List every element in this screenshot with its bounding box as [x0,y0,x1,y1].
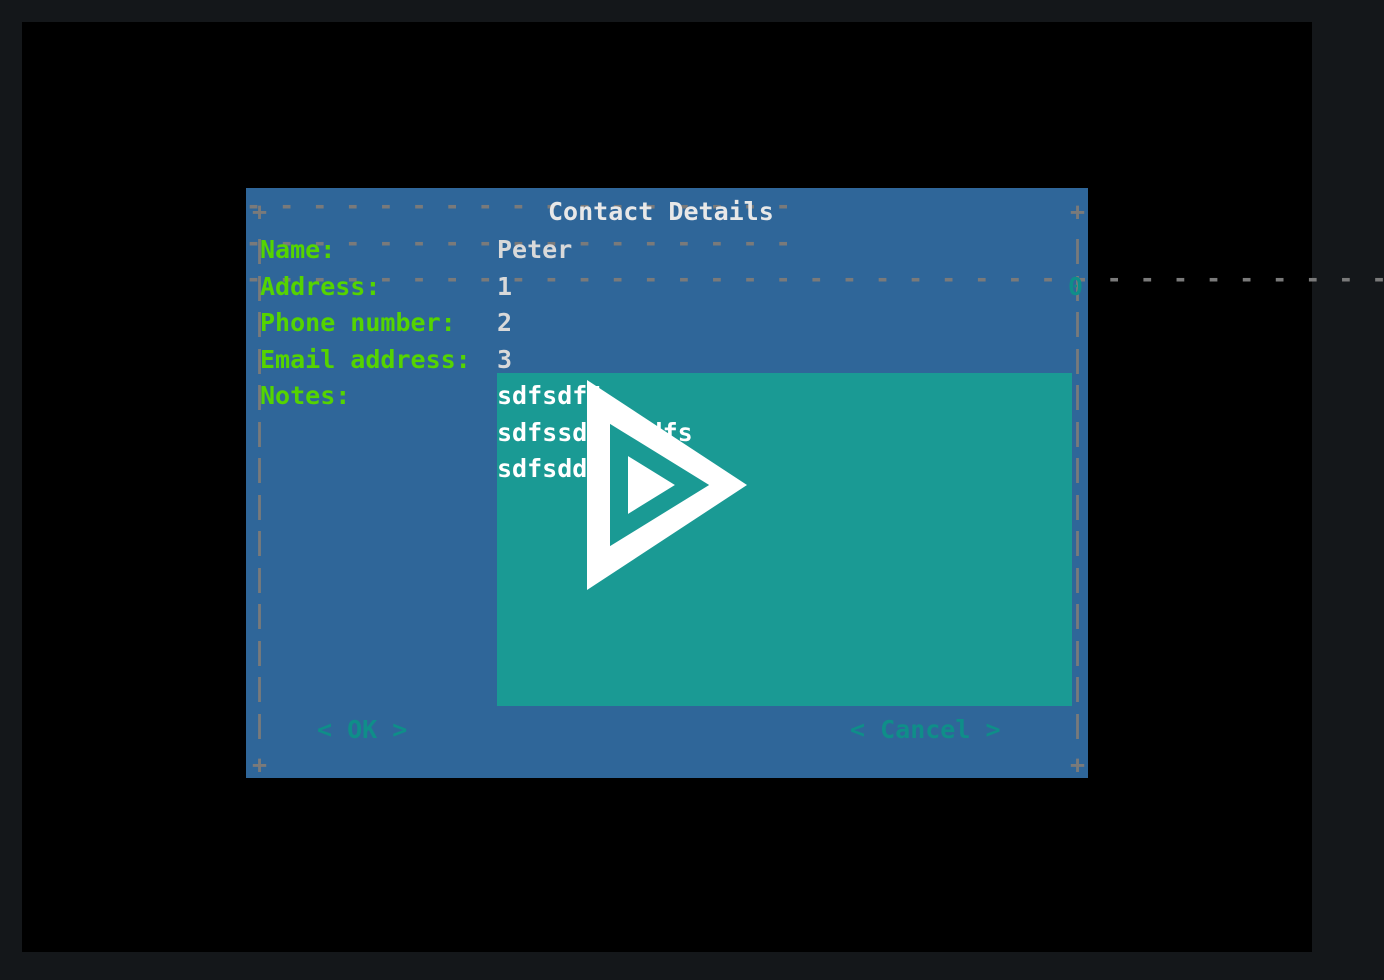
email-label: Email address: [260,342,471,379]
phone-field[interactable]: 2 [497,305,512,342]
cancel-button[interactable]: < Cancel > [850,712,1001,749]
border-corner: + [1070,747,1085,784]
notes-textarea[interactable]: sdfsdf4 sdfssdfsdfdfs sdfsddf [497,373,1072,706]
ok-button[interactable]: < OK > [317,712,407,749]
border-corner: + [1070,194,1085,231]
notes-line: sdfsddf [497,451,602,488]
address-field[interactable]: 1 [497,269,512,306]
border-corner: + [252,194,267,231]
name-field[interactable]: Peter [497,232,572,269]
border-corner: + [252,747,267,784]
border-right: |||||||||||||| [1070,232,1085,743]
dialog-title: Contact Details [548,194,774,231]
contact-details-dialog: + - - - - - - - - - - - - - - - - - Cont… [246,188,1088,778]
name-label: Name: [260,232,335,269]
notes-line: sdfssdfsdfdfs [497,415,693,452]
phone-label: Phone number: [260,305,456,342]
notes-line: sdfsdf4 [497,378,602,415]
terminal-background: + - - - - - - - - - - - - - - - - - Cont… [22,22,1312,952]
notes-label: Notes: [260,378,350,415]
address-label: Address: [260,269,380,306]
scroll-marker: 0 [1068,269,1083,306]
